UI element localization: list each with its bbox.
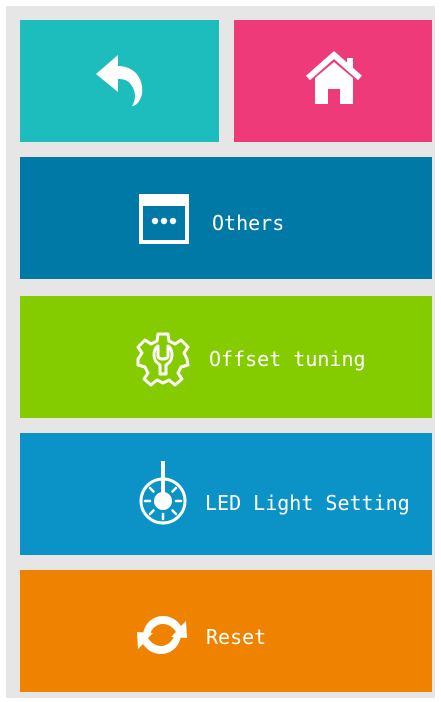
reset-button[interactable]: Reset (20, 570, 432, 692)
others-button[interactable]: Others (20, 157, 432, 279)
undo-arrow-icon (96, 55, 143, 106)
offset-tuning-label: Offset tuning (209, 347, 366, 371)
reset-label: Reset (206, 625, 267, 649)
refresh-arrows-icon (137, 616, 187, 654)
home-button[interactable] (234, 20, 432, 142)
home-icon (306, 50, 362, 104)
gear-wrench-icon (136, 332, 190, 387)
window-dots-icon (139, 194, 189, 244)
light-dial-icon (139, 461, 187, 525)
others-label: Others (212, 211, 285, 235)
led-light-setting-label: LED Light Setting (205, 491, 410, 515)
offset-tuning-button[interactable]: Offset tuning (20, 296, 432, 418)
led-light-setting-button[interactable]: LED Light Setting (20, 433, 432, 555)
back-button[interactable] (20, 20, 219, 142)
